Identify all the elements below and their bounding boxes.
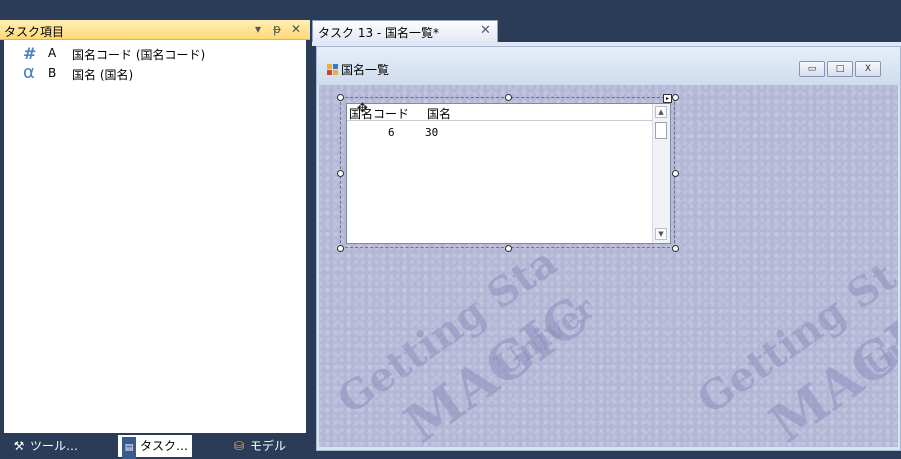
close-icon[interactable]: ✕ <box>480 23 491 38</box>
document-tab-title: タスク 13 - 国名一覧* <box>318 26 440 40</box>
variable-list: # A 国名コード (国名コード) α B 国名 (国名) <box>4 40 306 433</box>
table-header: 国名コード 国名 <box>347 104 655 121</box>
maximize-button[interactable]: □ <box>827 61 853 77</box>
document-tab[interactable]: タスク 13 - 国名一覧* ✕ <box>312 20 498 42</box>
numeric-type-icon: # <box>23 44 37 63</box>
variable-letter: B <box>48 66 57 80</box>
cell-code[interactable]: 6 <box>388 126 395 139</box>
minimize-button[interactable]: ▭ <box>799 61 825 77</box>
smart-tag-icon[interactable]: ▸ <box>663 94 672 103</box>
variable-name: 国名 (国名) <box>72 68 134 82</box>
resize-handle[interactable] <box>337 94 344 101</box>
form-designer-window: 国名一覧 ▭ □ X Getting Sta MAGIC Univer Gett… <box>316 46 901 451</box>
resize-handle[interactable] <box>672 170 679 177</box>
tab-task[interactable]: ▤ タスク… <box>118 435 193 459</box>
dropdown-icon[interactable]: ▾ <box>255 22 261 36</box>
resize-handle[interactable] <box>505 245 512 252</box>
variable-letter: A <box>48 46 57 60</box>
variable-row-a[interactable]: # A 国名コード (国名コード) <box>4 44 306 63</box>
close-button[interactable]: X <box>855 61 881 77</box>
resize-handle[interactable] <box>505 94 512 101</box>
form-titlebar: 国名一覧 ▭ □ X <box>317 47 900 85</box>
column-header-name[interactable]: 国名 <box>427 105 451 122</box>
alpha-type-icon: α <box>23 62 35 83</box>
variable-name: 国名コード (国名コード) <box>72 48 206 62</box>
form-icon <box>327 64 338 75</box>
table-control[interactable]: 国名コード 国名 6 30 ▲ ▼ ✥ ▸ <box>337 94 679 252</box>
close-icon[interactable]: ✕ <box>291 22 301 36</box>
form-body[interactable]: Getting Sta MAGIC Univer Getting St MAGI… <box>319 85 898 447</box>
tab-tools[interactable]: ⚒ ツール… <box>8 435 82 457</box>
model-icon: ⛁ <box>233 439 245 453</box>
task-items-panel: タスク項目 ▾ ᵽ ✕ # A 国名コード (国名コード) α B 国名 (国名… <box>0 0 310 459</box>
variable-row-b[interactable]: α B 国名 (国名) <box>4 62 306 83</box>
vertical-scrollbar[interactable]: ▲ ▼ <box>652 104 670 243</box>
resize-handle[interactable] <box>337 170 344 177</box>
tab-model[interactable]: ⛁ モデル <box>228 435 290 457</box>
document-area: タスク 13 - 国名一覧* ✕ 国名一覧 ▭ □ X Getting Sta … <box>312 0 901 459</box>
cell-name[interactable]: 30 <box>425 126 438 139</box>
resize-handle[interactable] <box>672 94 679 101</box>
pin-icon[interactable]: ᵽ <box>273 22 281 36</box>
panel-header: タスク項目 ▾ ᵽ ✕ <box>0 20 310 40</box>
task-icon: ▤ <box>122 437 136 459</box>
panel-title: タスク項目 <box>4 25 65 39</box>
tab-label: ツール… <box>30 439 79 453</box>
tab-label: タスク… <box>140 439 189 453</box>
resize-handle[interactable] <box>337 245 344 252</box>
form-title: 国名一覧 <box>341 63 390 77</box>
tools-icon: ⚒ <box>13 439 25 453</box>
move-handle-icon[interactable]: ✥ <box>355 101 370 116</box>
scroll-down-icon[interactable]: ▼ <box>655 228 667 240</box>
tab-label: モデル <box>250 439 287 453</box>
scroll-up-icon[interactable]: ▲ <box>655 106 667 118</box>
resize-handle[interactable] <box>672 245 679 252</box>
table[interactable]: 国名コード 国名 6 30 ▲ ▼ <box>346 103 671 244</box>
scroll-thumb[interactable] <box>655 122 667 139</box>
panel-bottom-tabs: ⚒ ツール… ▤ タスク… ⛁ モデル <box>0 433 310 459</box>
